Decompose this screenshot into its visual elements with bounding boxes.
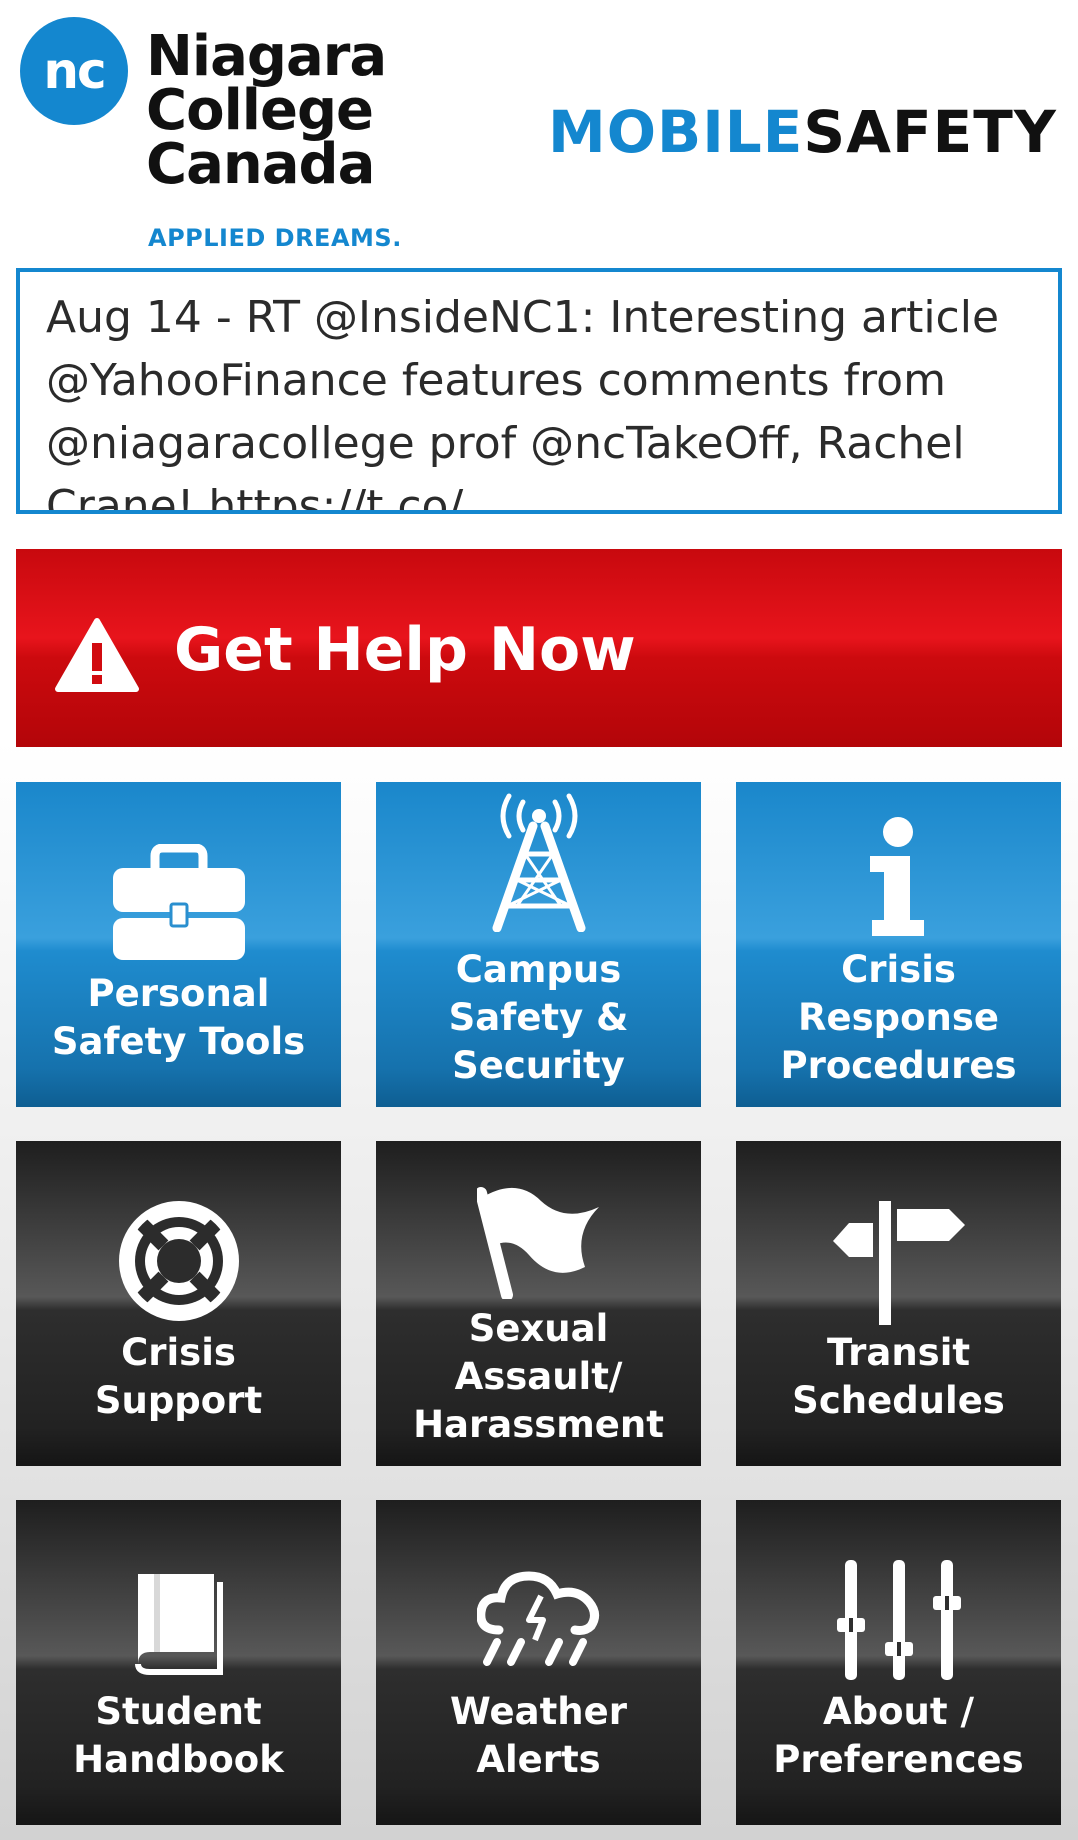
news-ticker[interactable]: Aug 14 - RT @InsideNC1: Interesting arti… — [16, 268, 1062, 514]
tile-label: Crisis — [841, 948, 956, 991]
tile-label: Assault/ — [454, 1355, 623, 1398]
tile-label: Crisis — [121, 1331, 236, 1374]
radio-tower-icon — [492, 793, 585, 932]
tile-crisis-response-procedures[interactable]: Crisis Response Procedures — [736, 782, 1061, 1107]
college-name-line: Canada — [146, 132, 375, 197]
college-tagline: APPLIED DREAMS. — [148, 224, 402, 252]
get-help-now-label: Get Help Now — [174, 615, 636, 685]
book-icon — [134, 1574, 223, 1675]
college-name-line: College — [146, 78, 374, 143]
rain-cloud-icon — [476, 1571, 599, 1666]
tile-label: Safety & — [448, 996, 629, 1039]
tile-personal-safety-tools[interactable]: Personal Safety Tools — [16, 782, 341, 1107]
tile-label: Weather — [450, 1690, 627, 1733]
tile-label: Campus — [455, 948, 622, 991]
tile-label: Procedures — [780, 1044, 1017, 1087]
news-ticker-text: Aug 14 - RT @InsideNC1: Interesting arti… — [46, 292, 1000, 514]
tile-crisis-support[interactable]: Crisis Support — [16, 1141, 341, 1466]
tile-about-preferences[interactable]: About / Preferences — [736, 1500, 1061, 1825]
info-icon — [869, 817, 924, 936]
app-title-mobile: MOBILE — [548, 98, 804, 166]
tile-label: Response — [798, 996, 999, 1039]
tile-label: Transit — [826, 1331, 971, 1374]
college-name: Niagara College Canada — [146, 24, 387, 197]
get-help-now-button[interactable]: Get Help Now — [16, 549, 1062, 747]
college-logo-badge: nc — [20, 17, 128, 125]
tile-label: Safety Tools — [51, 1020, 306, 1063]
tile-label: Student — [95, 1690, 262, 1733]
lifebuoy-icon — [118, 1201, 239, 1321]
app-header: nc Niagara College Canada APPLIED DREAMS… — [0, 0, 1078, 265]
flag-icon — [476, 1187, 599, 1299]
tile-label: Support — [94, 1379, 263, 1422]
tile-label: Security — [452, 1044, 625, 1087]
college-name-line: Niagara — [146, 24, 387, 89]
tile-sexual-assault-harassment[interactable]: Sexual Assault/ Harassment — [376, 1141, 701, 1466]
warning-triangle-icon — [55, 618, 139, 692]
app-title: MOBILESAFETY — [548, 98, 1057, 166]
tile-label: Harassment — [413, 1403, 664, 1446]
sliders-icon — [836, 1560, 961, 1680]
tile-label: Handbook — [73, 1738, 284, 1781]
tile-label: Alerts — [476, 1738, 601, 1781]
app-title-safety: SAFETY — [803, 98, 1057, 166]
tile-label: Sexual — [468, 1307, 609, 1350]
tile-label: Personal — [87, 972, 270, 1015]
tile-weather-alerts[interactable]: Weather Alerts — [376, 1500, 701, 1825]
toolbox-icon — [112, 844, 245, 960]
signpost-icon — [832, 1201, 965, 1325]
tile-transit-schedules[interactable]: Transit Schedules — [736, 1141, 1061, 1466]
tile-label: About / — [823, 1690, 974, 1733]
tile-student-handbook[interactable]: Student Handbook — [16, 1500, 341, 1825]
tile-label: Preferences — [773, 1738, 1024, 1781]
tile-label: Schedules — [792, 1379, 1005, 1422]
tile-campus-safety-security[interactable]: Campus Safety & Security — [376, 782, 701, 1107]
